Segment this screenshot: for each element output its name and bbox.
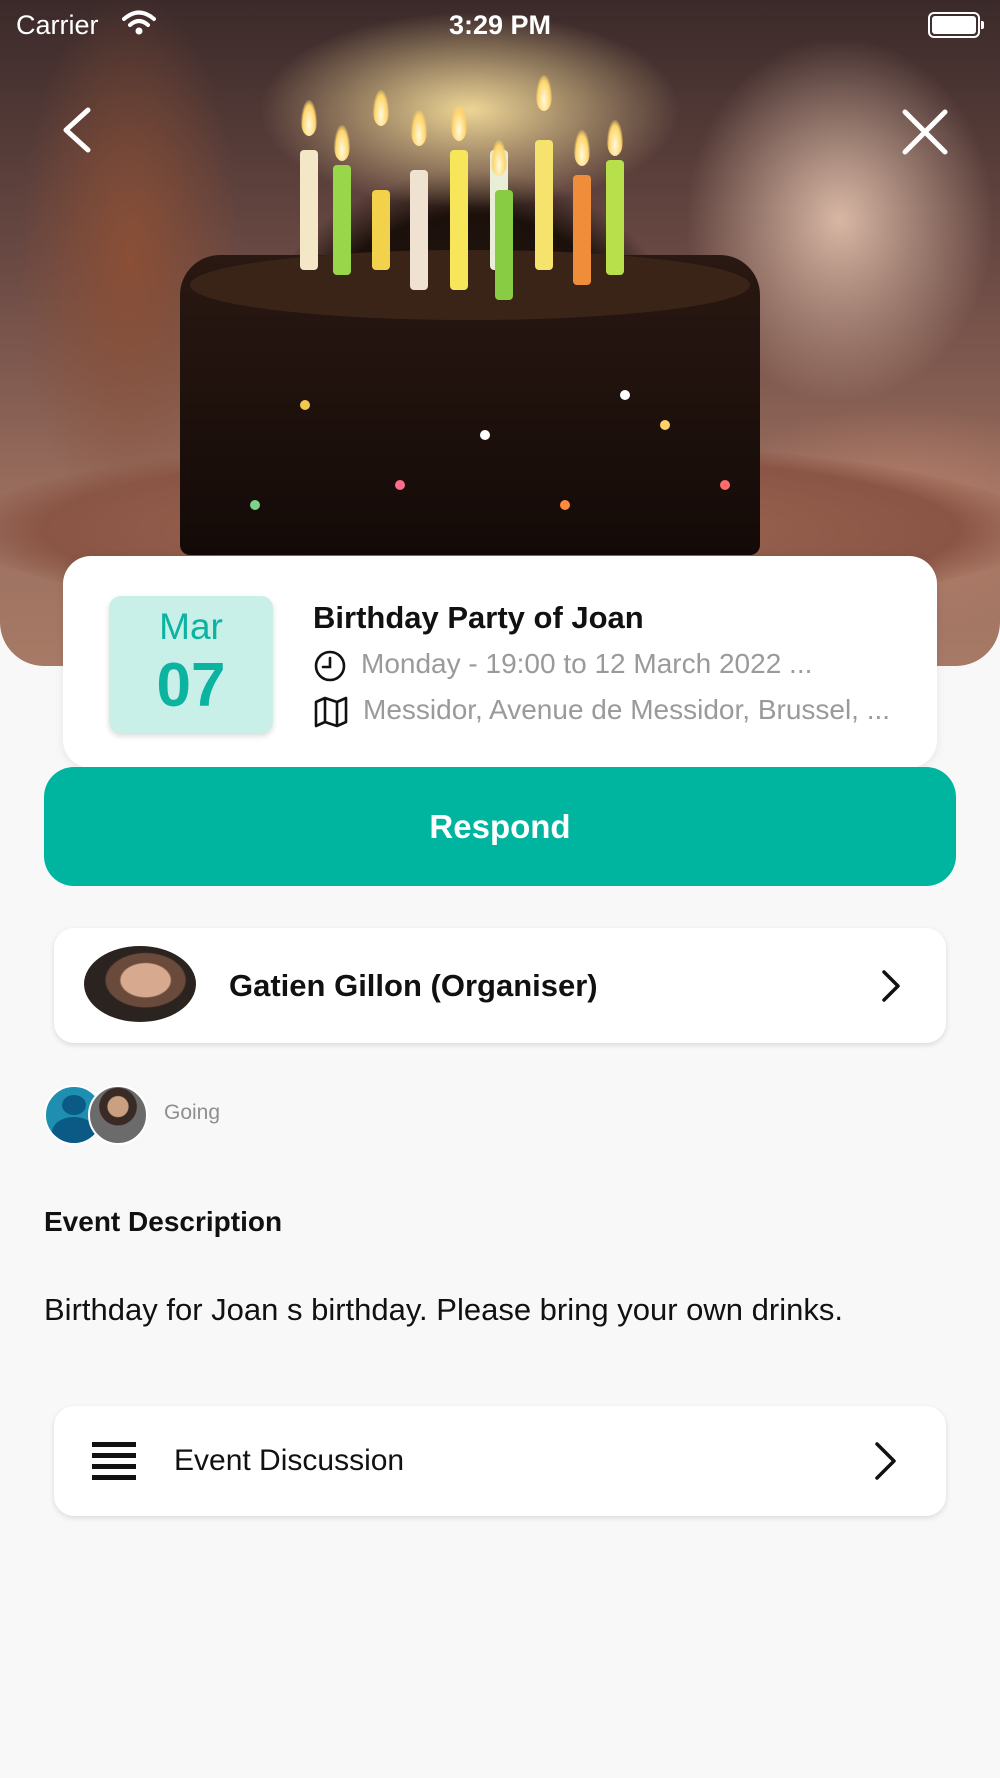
event-info-card: Mar 07 Birthday Party of Joan Monday - 1… xyxy=(63,556,937,768)
going-label: Going xyxy=(164,1101,221,1124)
event-time: Monday - 19:00 to 12 March 2022 ... xyxy=(361,648,813,679)
flame xyxy=(574,130,590,166)
sprinkle xyxy=(250,500,260,510)
event-title: Birthday Party of Joan xyxy=(313,600,644,635)
close-icon xyxy=(902,109,948,155)
close-button[interactable] xyxy=(895,100,955,160)
attendee-avatar xyxy=(88,1085,148,1145)
sprinkle xyxy=(660,420,670,430)
chevron-right-icon xyxy=(875,1442,896,1480)
sprinkle xyxy=(480,430,490,440)
sprinkle xyxy=(395,480,405,490)
event-discussion-row[interactable]: Event Discussion xyxy=(54,1406,946,1516)
candle xyxy=(410,170,428,290)
attendees-row[interactable]: Going xyxy=(44,1085,344,1145)
candle xyxy=(606,160,624,275)
candle xyxy=(450,150,468,290)
date-day: 07 xyxy=(156,651,226,720)
organiser-avatar xyxy=(84,946,196,1022)
flame xyxy=(536,75,552,111)
cake-top xyxy=(190,250,750,320)
sprinkle xyxy=(560,500,570,510)
chevron-left-icon xyxy=(63,107,91,153)
candle xyxy=(372,190,390,270)
event-time-row: Monday - 19:00 to 12 March 2022 ... xyxy=(313,648,812,683)
battery-icon xyxy=(928,12,984,38)
candle xyxy=(535,140,553,270)
description-heading: Event Description xyxy=(44,1206,283,1237)
flame xyxy=(334,125,350,161)
date-badge: Mar 07 xyxy=(109,596,273,733)
organiser-row[interactable]: Gatien Gillon (Organiser) xyxy=(54,928,946,1043)
respond-button[interactable]: Respond xyxy=(44,767,956,886)
list-icon xyxy=(92,1442,136,1480)
flame xyxy=(373,90,389,126)
event-location-row: Messidor, Avenue de Messidor, Brussel, .… xyxy=(313,694,890,729)
clock-icon xyxy=(314,650,346,681)
sprinkle xyxy=(720,480,730,490)
event-discussion-label: Event Discussion xyxy=(174,1444,405,1477)
sprinkle xyxy=(620,390,630,400)
candle xyxy=(573,175,591,285)
candle xyxy=(333,165,351,275)
clock: 3:29 PM xyxy=(448,10,552,40)
event-location: Messidor, Avenue de Messidor, Brussel, .… xyxy=(363,694,891,725)
description-text: Birthday for Joan s birthday. Please bri… xyxy=(44,1292,843,1327)
flame xyxy=(301,100,317,136)
candle xyxy=(300,150,318,270)
flame xyxy=(607,120,623,156)
status-bar: Carrier 3:29 PM xyxy=(0,0,1000,50)
chevron-right-icon xyxy=(882,970,900,1002)
candle xyxy=(495,190,513,300)
flame xyxy=(451,105,467,141)
organiser-name: Gatien Gillon (Organiser) xyxy=(229,968,598,1003)
flame xyxy=(411,110,427,146)
date-month: Mar xyxy=(159,606,223,647)
sprinkle xyxy=(300,400,310,410)
back-button[interactable] xyxy=(50,100,110,160)
flame xyxy=(491,140,507,176)
map-icon xyxy=(314,696,348,727)
